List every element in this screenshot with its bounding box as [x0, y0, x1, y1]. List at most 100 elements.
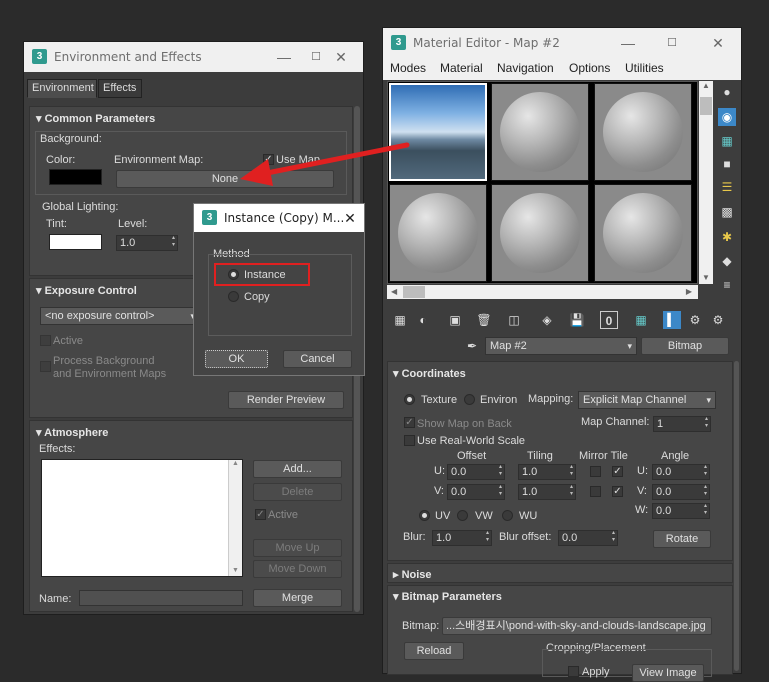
reload-button[interactable]: Reload: [404, 642, 464, 660]
put-to-scene-icon[interactable]: ◐: [414, 311, 432, 329]
vw-radio[interactable]: [457, 510, 468, 521]
v-tile-checkbox[interactable]: ✓: [612, 486, 623, 497]
effects-list-scrollbar[interactable]: ▲ ▼: [228, 460, 242, 576]
process-background-checkbox[interactable]: [40, 361, 51, 372]
u-offset-spinner[interactable]: 0.0: [447, 464, 505, 480]
menu-utilities[interactable]: Utilities: [625, 61, 664, 75]
u-tile-checkbox[interactable]: ✓: [612, 466, 623, 477]
delete-effect-button[interactable]: Delete: [253, 483, 342, 501]
environment-map-none-button[interactable]: None: [116, 170, 334, 188]
mat-minimize-icon[interactable]: —: [618, 34, 638, 52]
dialog-close-icon[interactable]: ✕: [340, 209, 360, 227]
coordinates-header[interactable]: ▾ Coordinates: [393, 367, 466, 380]
menu-modes[interactable]: Modes: [390, 61, 426, 75]
u-tiling-spinner[interactable]: 1.0: [518, 464, 576, 480]
render-preview-button[interactable]: Render Preview: [228, 391, 344, 409]
noise-header[interactable]: ▸ Noise: [393, 568, 432, 581]
material-map-navigator-icon[interactable]: ≡: [718, 276, 736, 294]
use-map-checkbox[interactable]: ✓: [263, 154, 274, 165]
dialog-titlebar[interactable]: 3 Instance (Copy) M... ✕: [194, 204, 364, 232]
slots-vscrollbar[interactable]: ▲ ▼: [699, 81, 713, 284]
assign-to-selection-icon[interactable]: ▣: [446, 311, 464, 329]
merge-button[interactable]: Merge: [253, 589, 342, 607]
background-color-swatch[interactable]: [49, 169, 102, 185]
close-icon[interactable]: ✕: [331, 48, 351, 66]
move-down-button[interactable]: Move Down: [253, 560, 342, 578]
mat-close-icon[interactable]: ✕: [708, 34, 728, 52]
mat-maximize-icon[interactable]: ☐: [662, 34, 682, 52]
u-angle-spinner[interactable]: 0.0: [652, 464, 710, 480]
go-to-parent-icon[interactable]: ⚙: [686, 311, 704, 329]
exposure-active-checkbox[interactable]: [40, 335, 51, 346]
tab-effects[interactable]: Effects: [98, 79, 142, 98]
copy-radio[interactable]: [228, 291, 239, 302]
map-channel-spinner[interactable]: 1: [653, 416, 711, 432]
show-shaded-material-icon[interactable]: ▦: [632, 311, 650, 329]
tab-environment[interactable]: Environment: [27, 79, 97, 98]
u-mirror-checkbox[interactable]: [590, 466, 601, 477]
reset-map-icon[interactable]: 🗑: [475, 311, 493, 329]
menu-navigation[interactable]: Navigation: [497, 61, 554, 75]
cancel-button[interactable]: Cancel: [283, 350, 352, 368]
menu-options[interactable]: Options: [569, 61, 610, 75]
ok-button[interactable]: OK: [205, 350, 268, 368]
apply-checkbox[interactable]: [568, 666, 579, 677]
sample-slot-1-sky[interactable]: [389, 83, 487, 181]
move-up-button[interactable]: Move Up: [253, 539, 342, 557]
make-copy-icon[interactable]: ◫: [505, 311, 523, 329]
rotate-button[interactable]: Rotate: [653, 530, 711, 548]
mapping-dropdown[interactable]: Explicit Map Channel: [578, 391, 716, 409]
level-spinner[interactable]: 1.0: [116, 235, 178, 251]
make-preview-icon[interactable]: ▩: [718, 203, 736, 221]
instance-radio[interactable]: [228, 269, 239, 280]
video-color-check-icon[interactable]: ☰: [718, 178, 736, 196]
real-world-scale-checkbox[interactable]: [404, 435, 415, 446]
uv-radio[interactable]: [419, 510, 430, 521]
texture-radio[interactable]: [404, 394, 415, 405]
bitmap-path-button[interactable]: ...스배경표시\pond-with-sky-and-clouds-landsc…: [442, 617, 712, 635]
exposure-control-dropdown[interactable]: <no exposure control>: [40, 307, 200, 325]
maximize-icon[interactable]: ☐: [306, 48, 326, 66]
get-material-icon[interactable]: ▦: [391, 311, 409, 329]
sample-slot-3[interactable]: [594, 83, 692, 181]
blur-offset-spinner[interactable]: 0.0: [558, 530, 618, 546]
wu-radio[interactable]: [502, 510, 513, 521]
show-map-on-back-checkbox[interactable]: ✓: [404, 417, 415, 428]
w-angle-spinner[interactable]: 0.0: [652, 503, 710, 519]
sample-slot-2[interactable]: [491, 83, 589, 181]
bitmap-parameters-header[interactable]: ▾ Bitmap Parameters: [393, 590, 502, 603]
mat-params-scrollbar[interactable]: [734, 361, 739, 671]
slots-hscrollbar[interactable]: ◀ ▶: [387, 285, 698, 299]
common-parameters-header[interactable]: ▾ Common Parameters: [36, 112, 155, 125]
sample-slot-4[interactable]: [389, 184, 487, 282]
go-forward-sibling-icon[interactable]: ⚙: [709, 311, 727, 329]
select-by-material-icon[interactable]: ◆: [718, 252, 736, 270]
backlight-icon[interactable]: ◉: [718, 108, 736, 126]
show-end-result-icon[interactable]: ▍: [663, 311, 681, 329]
map-name-field[interactable]: Map #2: [485, 337, 637, 355]
v-angle-spinner[interactable]: 0.0: [652, 484, 710, 500]
environ-radio[interactable]: [464, 394, 475, 405]
v-tiling-spinner[interactable]: 1.0: [518, 484, 576, 500]
map-type-button[interactable]: Bitmap: [641, 337, 729, 355]
background-checker-icon[interactable]: ▦: [718, 132, 736, 150]
pick-material-eyedropper-icon[interactable]: ✒: [463, 337, 481, 355]
uv-tiling-icon[interactable]: ■: [718, 155, 736, 173]
atmosphere-header[interactable]: ▾ Atmosphere: [36, 426, 108, 439]
add-effect-button[interactable]: Add...: [253, 460, 342, 478]
sample-slot-5[interactable]: [491, 184, 589, 282]
tint-color-swatch[interactable]: [49, 234, 102, 250]
view-image-button[interactable]: View Image: [632, 664, 704, 682]
sample-slot-6[interactable]: [594, 184, 692, 282]
put-to-library-icon[interactable]: 💾: [568, 311, 586, 329]
effects-list[interactable]: [41, 459, 243, 577]
make-unique-icon[interactable]: ◈: [538, 311, 556, 329]
mat-titlebar[interactable]: 3 Material Editor - Map #2 — ☐ ✕: [383, 28, 741, 58]
minimize-icon[interactable]: —: [274, 48, 294, 66]
env-titlebar[interactable]: 3 Environment and Effects — ☐ ✕: [24, 42, 363, 72]
sample-type-icon[interactable]: ●: [718, 83, 736, 101]
v-mirror-checkbox[interactable]: [590, 486, 601, 497]
blur-spinner[interactable]: 1.0: [432, 530, 492, 546]
atmosphere-active-checkbox[interactable]: ✓: [255, 509, 266, 520]
material-id-channel-icon[interactable]: 0: [600, 311, 618, 329]
